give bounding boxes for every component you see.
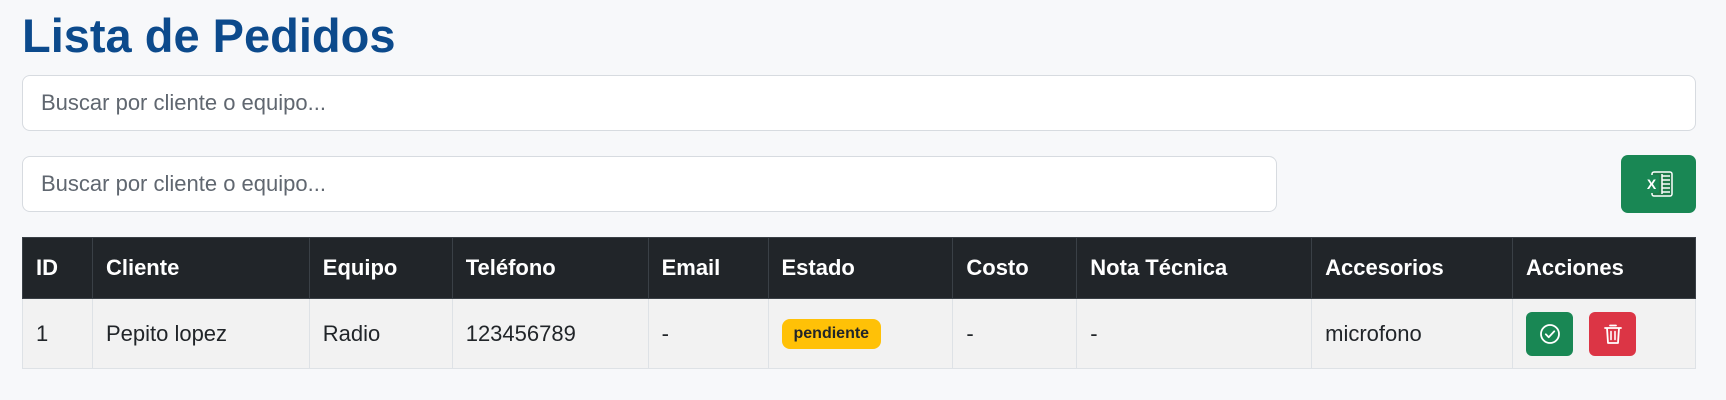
column-header-costo: Costo — [952, 237, 1078, 299]
column-header-nota-tecnica: Nota Técnica — [1076, 237, 1313, 299]
column-header-telefono: Teléfono — [451, 237, 649, 299]
column-header-estado: Estado — [767, 237, 954, 299]
cell-equipo: Radio — [308, 298, 453, 369]
excel-icon: X — [1643, 171, 1673, 197]
trash-icon — [1603, 324, 1622, 344]
table-header-row: ID Cliente Equipo Teléfono Email Estado … — [22, 237, 1696, 299]
cell-nota-tecnica: - — [1076, 298, 1313, 369]
cell-costo: - — [952, 298, 1078, 369]
column-header-id: ID — [22, 237, 93, 299]
page-title: Lista de Pedidos — [22, 9, 396, 62]
column-header-accesorios: Accesorios — [1311, 237, 1514, 299]
cell-accesorios: microfono — [1311, 298, 1514, 369]
cell-cliente: Pepito lopez — [91, 298, 310, 369]
cell-email: - — [647, 298, 769, 369]
cell-acciones — [1512, 298, 1696, 369]
delete-button[interactable] — [1589, 311, 1637, 356]
column-header-acciones: Acciones — [1512, 237, 1696, 299]
search-input-secondary[interactable] — [22, 156, 1277, 212]
mark-complete-button[interactable] — [1526, 311, 1574, 356]
status-badge: pendiente — [781, 319, 882, 349]
search-input[interactable] — [22, 75, 1696, 131]
column-header-equipo: Equipo — [308, 237, 453, 299]
orders-table: ID Cliente Equipo Teléfono Email Estado … — [22, 237, 1696, 369]
cell-id: 1 — [22, 298, 93, 369]
check-circle-icon — [1539, 323, 1560, 344]
export-excel-button[interactable]: X — [1621, 155, 1696, 213]
cell-telefono: 123456789 — [451, 298, 649, 369]
table-row: 1 Pepito lopez Radio 123456789 - pendien… — [22, 298, 1696, 369]
excel-icon-letter: X — [1646, 176, 1656, 192]
column-header-cliente: Cliente — [91, 237, 310, 299]
cell-estado: pendiente — [767, 298, 954, 369]
column-header-email: Email — [647, 237, 769, 299]
